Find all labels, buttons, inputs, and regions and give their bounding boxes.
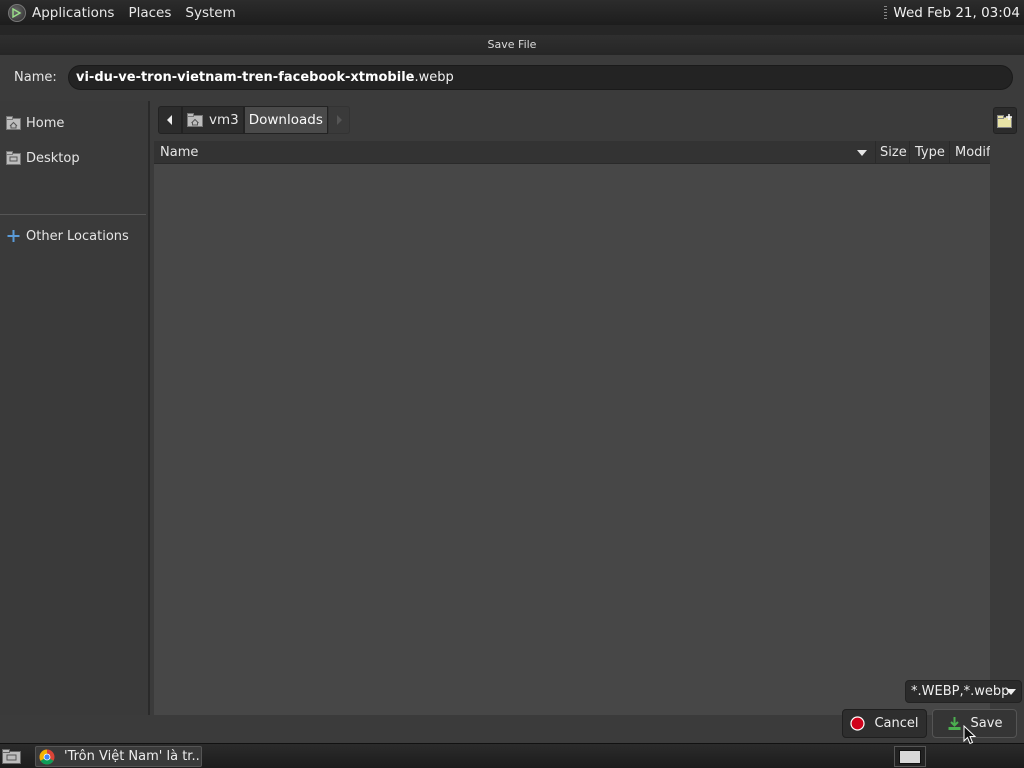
path-segment-vm3[interactable]: vm3 [182,106,244,134]
cancel-label: Cancel [874,716,919,731]
column-header-label: Size [880,145,907,160]
places-sidebar: Home Desktop Other Locations [0,101,150,715]
path-segment-label: vm3 [209,112,239,128]
sidebar-item-label: Other Locations [26,228,129,244]
chrome-icon [39,749,55,764]
menu-places[interactable]: Places [128,5,171,21]
sidebar-item-label: Desktop [26,150,80,166]
sidebar-separator [0,214,146,215]
home-folder-icon [6,116,21,130]
filename-extension: .webp [414,70,454,85]
chevron-left-icon [167,115,172,125]
distro-logo-icon[interactable] [8,3,26,22]
column-header-size[interactable]: Size [874,141,910,164]
sidebar-item-label: Home [26,115,65,131]
download-icon [948,717,961,730]
file-list-header: Name Size Type Modif [154,141,990,164]
clock[interactable]: Wed Feb 21, 03:04 [893,5,1020,21]
path-segment-label: Downloads [248,112,323,128]
name-row: Name: vi-du-ve-tron-vietnam-tren-faceboo… [0,55,1024,101]
filename-selected-text: vi-du-ve-tron-vietnam-tren-facebook-xtmo… [76,70,415,85]
create-folder-button[interactable] [993,107,1017,134]
file-list[interactable] [154,164,990,715]
menu-applications[interactable]: Applications [32,5,114,21]
workspace-1[interactable] [899,749,921,764]
file-type-filter[interactable]: *.WEBP,*.webp [905,680,1022,703]
save-file-dialog: Save File Name: vi-du-ve-tron-vietnam-tr… [0,35,1024,743]
dialog-title: Save File [0,35,1024,55]
show-desktop-icon[interactable] [2,748,22,764]
file-list-edge [990,141,1024,715]
filename-input[interactable]: vi-du-ve-tron-vietnam-tren-facebook-xtmo… [68,65,1013,90]
path-back-button[interactable] [158,106,182,134]
chevron-down-icon [1006,689,1016,695]
column-header-label: Modif [955,145,990,160]
mouse-cursor-icon [963,725,977,745]
background-window-edge [0,25,1024,35]
path-forward-button[interactable] [327,106,350,134]
desktop-folder-icon [6,151,21,165]
sort-descending-icon [857,150,867,156]
name-label: Name: [14,70,57,85]
path-bar: vm3 Downloads [158,106,350,134]
new-folder-icon [997,113,1012,128]
column-header-name[interactable]: Name [154,141,876,164]
plus-icon [7,230,20,242]
column-header-type[interactable]: Type [909,141,950,164]
home-folder-icon [187,113,203,127]
cancel-button[interactable]: Cancel [842,709,927,738]
column-header-modified[interactable]: Modif [949,141,990,164]
column-header-label: Name [160,145,199,160]
top-panel: Applications Places System Wed Feb 21, 0… [0,0,1024,25]
path-segment-downloads[interactable]: Downloads [243,106,328,134]
cancel-icon [850,716,866,731]
menu-system[interactable]: System [185,5,235,21]
sidebar-item-desktop[interactable]: Desktop [6,147,80,169]
chevron-right-icon [336,115,342,125]
workspace-switcher[interactable] [894,746,926,767]
file-type-filter-value: *.WEBP,*.webp [911,684,1010,699]
taskbar-window-label: 'Trôn Việt Nam' là tr... [64,749,202,764]
bottom-taskbar: 'Trôn Việt Nam' là tr... [0,743,1024,768]
taskbar-window-button[interactable]: 'Trôn Việt Nam' là tr... [35,746,202,767]
panel-grip-icon [884,5,888,20]
column-header-label: Type [915,145,945,160]
sidebar-item-other-locations[interactable]: Other Locations [6,225,129,247]
sidebar-item-home[interactable]: Home [6,112,64,134]
